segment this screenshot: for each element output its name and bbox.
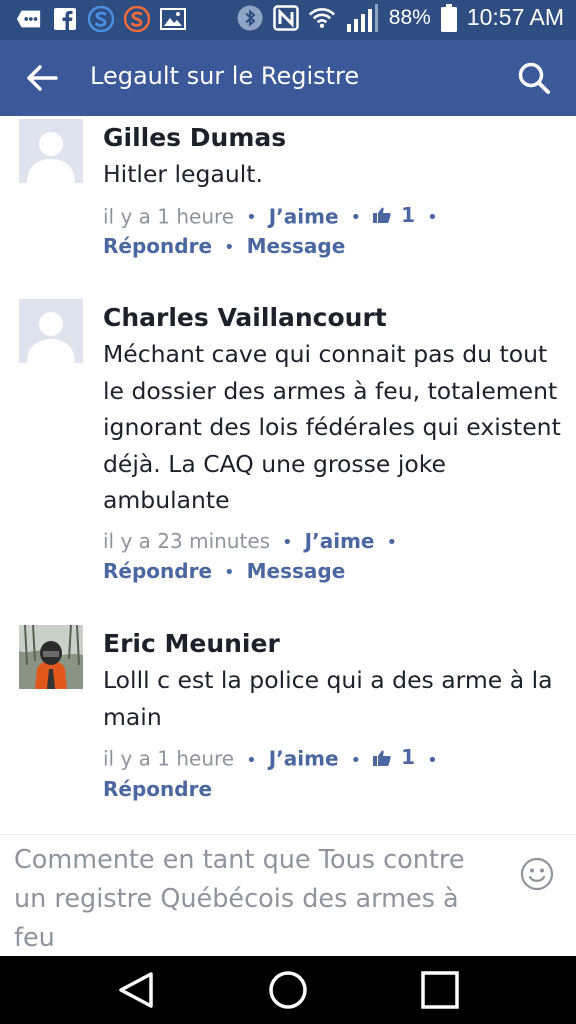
comment-body: Gilles Dumas Hitler legault. il y a 1 he… xyxy=(103,120,563,262)
default-avatar-icon xyxy=(19,299,83,363)
wifi-icon xyxy=(308,5,335,31)
separator: • xyxy=(350,207,362,228)
reply-link[interactable]: Répondre xyxy=(103,234,212,258)
avatar[interactable] xyxy=(19,299,83,363)
comment-actions: il y a 1 heure • J’aime • 1 • Répondre • Message xyxy=(103,201,563,263)
avatar[interactable] xyxy=(19,625,83,689)
comment: Eric Meunier Lolll c est la police qui a… xyxy=(0,622,576,822)
app-bar: Legault sur le Registre xyxy=(0,40,576,116)
nav-home-icon xyxy=(269,971,307,1009)
signal-icon xyxy=(345,3,379,32)
avatar[interactable] xyxy=(19,119,83,183)
like-count-value: 1 xyxy=(401,202,416,227)
comment-body: Charles Vaillancourt Méchant cave qui co… xyxy=(103,300,563,587)
comment-time: il y a 1 heure xyxy=(103,204,235,228)
nfc-icon xyxy=(273,4,299,31)
nav-home-button[interactable] xyxy=(264,968,312,1012)
separator: • xyxy=(224,237,235,258)
facebook-icon xyxy=(52,6,78,32)
gallery-icon xyxy=(160,6,186,32)
like-link[interactable]: J’aime xyxy=(269,747,339,771)
comment-input[interactable]: Commente en tant que Tous contre un regi… xyxy=(14,841,484,958)
search-button[interactable] xyxy=(514,58,554,98)
default-avatar-icon xyxy=(19,119,83,183)
comment-text: Méchant cave qui connait pas du tout le … xyxy=(103,340,561,514)
comment-actions: il y a 1 heure • J’aime • 1 • Répondre xyxy=(103,743,563,804)
nav-back-button[interactable] xyxy=(112,968,160,1012)
system-nav-bar xyxy=(0,956,576,1024)
separator: • xyxy=(386,531,398,553)
battery-percent: 88% xyxy=(388,5,431,29)
like-count[interactable]: 1 xyxy=(373,201,415,230)
nav-recents-icon xyxy=(421,971,459,1009)
notification-icons xyxy=(16,6,186,32)
separator: • xyxy=(427,749,438,771)
comment-actions: il y a 23 minutes • J’aime • Répondre • Messag… xyxy=(103,527,563,587)
separator: • xyxy=(282,531,293,553)
comment-text: Lolll c est la police qui a des arme à l… xyxy=(103,666,553,731)
back-button[interactable] xyxy=(22,60,62,96)
app-s-orange-icon xyxy=(124,6,150,32)
comment-composer: Commente en tant que Tous contre un regi… xyxy=(0,834,576,956)
system-status: 88% 10:57 AM xyxy=(237,3,564,32)
comment-text: Hitler legault. xyxy=(103,160,263,188)
separator: • xyxy=(427,207,438,228)
thumbs-up-icon xyxy=(373,750,391,766)
separator: • xyxy=(246,749,257,771)
comment-body: Eric Meunier Lolll c est la police qui a… xyxy=(103,626,563,804)
comment-author[interactable]: Charles Vaillancourt xyxy=(103,300,563,336)
reply-link[interactable]: Répondre xyxy=(103,777,212,801)
page-title: Legault sur le Registre xyxy=(90,62,360,90)
nav-back-icon xyxy=(119,972,153,1008)
emoji-button[interactable] xyxy=(520,857,554,891)
comment: Gilles Dumas Hitler legault. il y a 1 he… xyxy=(0,116,576,286)
separator: • xyxy=(246,207,257,228)
battery-icon xyxy=(440,3,457,32)
messenger-icon xyxy=(16,6,42,32)
like-count-value: 1 xyxy=(401,745,416,769)
status-bar: 88% 10:57 AM xyxy=(0,0,576,40)
clock: 10:57 AM xyxy=(466,4,564,30)
app-s-blue-icon xyxy=(88,6,114,32)
smiley-icon xyxy=(520,857,554,891)
like-link[interactable]: J’aime xyxy=(305,529,375,553)
message-link[interactable]: Message xyxy=(247,559,346,583)
message-link[interactable]: Message xyxy=(247,234,346,258)
bluetooth-icon xyxy=(237,5,263,31)
comment-time: il y a 1 heure xyxy=(103,746,235,771)
separator: • xyxy=(224,561,235,583)
comment-time: il y a 23 minutes xyxy=(103,528,271,553)
comment-author[interactable]: Eric Meunier xyxy=(103,626,563,662)
user-photo-icon xyxy=(19,625,83,689)
reply-link[interactable]: Répondre xyxy=(103,559,212,583)
comment-author[interactable]: Gilles Dumas xyxy=(103,120,563,156)
comment-list: Gilles Dumas Hitler legault. il y a 1 he… xyxy=(0,116,576,834)
like-count[interactable]: 1 xyxy=(373,743,415,772)
thumbs-up-icon xyxy=(373,207,391,223)
search-icon xyxy=(518,62,550,94)
back-arrow-icon xyxy=(27,65,58,91)
nav-recents-button[interactable] xyxy=(416,968,464,1012)
like-link[interactable]: J’aime xyxy=(269,204,339,228)
comment: Charles Vaillancourt Méchant cave qui co… xyxy=(0,296,576,606)
separator: • xyxy=(350,749,362,771)
